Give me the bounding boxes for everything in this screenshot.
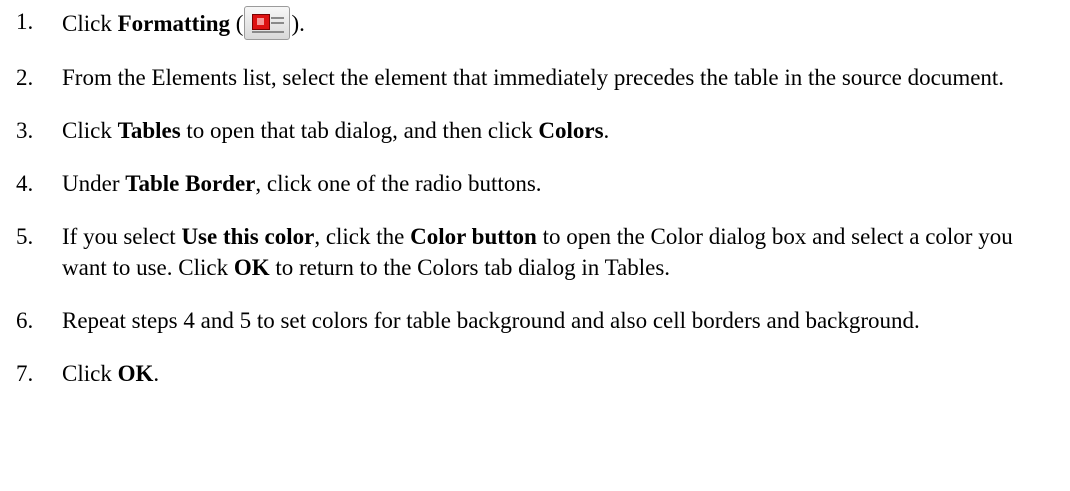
step-3: 3. Click Tables to open that tab dialog, … [0, 115, 1070, 146]
step-text: . [603, 118, 610, 143]
text-line-shape [271, 17, 285, 19]
formatting-icon [244, 6, 291, 40]
step-text: to return to the Colors tab dialog in Ta… [269, 255, 671, 280]
instruction-steps: 1. Click Formatting (). 2. From the Elemen… [0, 6, 1070, 389]
step-text: If you select [62, 224, 182, 249]
step-number: 1. [16, 9, 34, 34]
step-5: 5. If you select Use this color, click th… [0, 221, 1070, 283]
step-number: 4. [16, 171, 34, 196]
ok-label: OK [117, 361, 154, 386]
text-line-shape [271, 22, 285, 24]
step-text: Click [62, 11, 118, 36]
step-number: 5. [16, 224, 34, 249]
ok-label: OK [233, 255, 270, 280]
step-7: 7. Click OK. [0, 358, 1070, 389]
step-number: 6. [16, 308, 34, 333]
step-text: , click the [314, 224, 411, 249]
step-1: 1. Click Formatting (). [0, 6, 1070, 40]
tables-label: Tables [117, 118, 181, 143]
color-button-label: Color button [410, 224, 537, 249]
step-text: Under [62, 171, 126, 196]
step-6: 6. Repeat steps 4 and 5 to set colors for… [0, 305, 1070, 336]
step-text: ( [230, 11, 244, 36]
step-4: 4. Under Table Border, click one of the r… [0, 168, 1070, 199]
red-square-shape [252, 14, 271, 30]
step-text: , click one of the radio buttons. [255, 171, 542, 196]
step-text: Click [62, 118, 118, 143]
use-this-color-label: Use this color [181, 224, 315, 249]
colors-label: Colors [538, 118, 604, 143]
text-line-shape [252, 31, 285, 33]
table-border-label: Table Border [125, 171, 256, 196]
step-number: 7. [16, 361, 34, 386]
step-text: Repeat steps 4 and 5 to set colors for t… [62, 308, 920, 333]
formatting-label: Formatting [117, 11, 231, 36]
step-2: 2. From the Elements list, select the ele… [0, 62, 1070, 93]
step-number: 2. [16, 65, 34, 90]
step-text: ). [291, 11, 305, 36]
step-text: From the Elements list, select the eleme… [62, 65, 1005, 90]
step-text: . [153, 361, 160, 386]
step-text: Click [62, 361, 118, 386]
step-text: to open that tab dialog, and then click [180, 118, 539, 143]
step-number: 3. [16, 118, 34, 143]
